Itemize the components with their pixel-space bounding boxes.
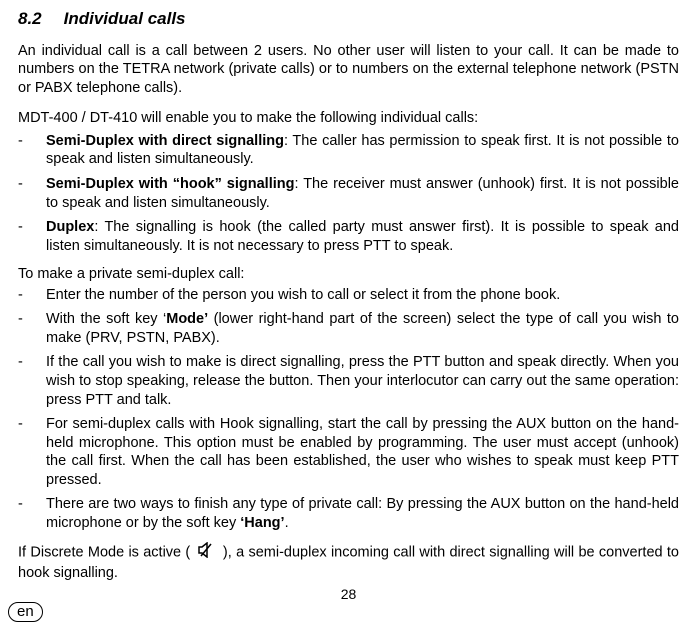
discrete-pre: If Discrete Mode is active ( bbox=[18, 545, 195, 561]
dash-marker: - bbox=[18, 310, 46, 347]
section-heading: 8.2 Individual calls bbox=[18, 8, 679, 30]
term: Duplex bbox=[46, 219, 94, 235]
dash-marker: - bbox=[18, 495, 46, 532]
dash-marker: - bbox=[18, 286, 46, 305]
step-pre: With the soft key ‘ bbox=[46, 311, 166, 327]
section-number: 8.2 bbox=[18, 8, 42, 30]
step-bold: Mode’ bbox=[166, 311, 208, 327]
language-badge: en bbox=[8, 602, 43, 622]
term-desc: : The signalling is hook (the called par… bbox=[46, 219, 679, 254]
howto-list: - Enter the number of the person you wis… bbox=[18, 286, 679, 533]
models-intro: MDT-400 / DT-410 will enable you to make… bbox=[18, 109, 679, 128]
page-number: 28 bbox=[18, 586, 679, 604]
step-post: . bbox=[285, 515, 289, 531]
step-pre: There are two ways to finish any type of… bbox=[46, 496, 679, 531]
list-item: - Duplex: The signalling is hook (the ca… bbox=[18, 218, 679, 255]
step-text: If the call you wish to make is direct s… bbox=[46, 353, 679, 409]
discrete-note: If Discrete Mode is active ( ), a semi-d… bbox=[18, 542, 679, 582]
step-text: Enter the number of the person you wish … bbox=[46, 286, 679, 305]
intro-paragraph: An individual call is a call between 2 u… bbox=[18, 42, 679, 98]
dash-marker: - bbox=[18, 218, 46, 255]
call-types-list: - Semi-Duplex with direct signalling : Th… bbox=[18, 132, 679, 255]
dash-marker: - bbox=[18, 132, 46, 169]
section-title: Individual calls bbox=[64, 9, 186, 28]
speaker-muted-icon bbox=[198, 542, 216, 564]
dash-marker: - bbox=[18, 353, 46, 409]
list-item: - With the soft key ‘Mode’ (lower right-… bbox=[18, 310, 679, 347]
howto-intro: To make a private semi-duplex call: bbox=[18, 265, 679, 284]
list-item: - Semi-Duplex with direct signalling: Th… bbox=[18, 132, 679, 169]
dash-marker: - bbox=[18, 175, 46, 212]
step-text: For semi-duplex calls with Hook signalli… bbox=[46, 415, 679, 489]
term: Semi-Duplex with “hook” signalling bbox=[46, 176, 294, 192]
list-item: - For semi-duplex calls with Hook signal… bbox=[18, 415, 679, 489]
list-item: - Enter the number of the person you wis… bbox=[18, 286, 679, 305]
term: Semi-Duplex with direct signalling bbox=[46, 133, 284, 149]
list-item: - Semi-Duplex with “hook” signalling: Th… bbox=[18, 175, 679, 212]
list-item: - There are two ways to finish any type … bbox=[18, 495, 679, 532]
dash-marker: - bbox=[18, 415, 46, 489]
list-item: - If the call you wish to make is direct… bbox=[18, 353, 679, 409]
step-bold: ‘Hang’ bbox=[240, 515, 284, 531]
